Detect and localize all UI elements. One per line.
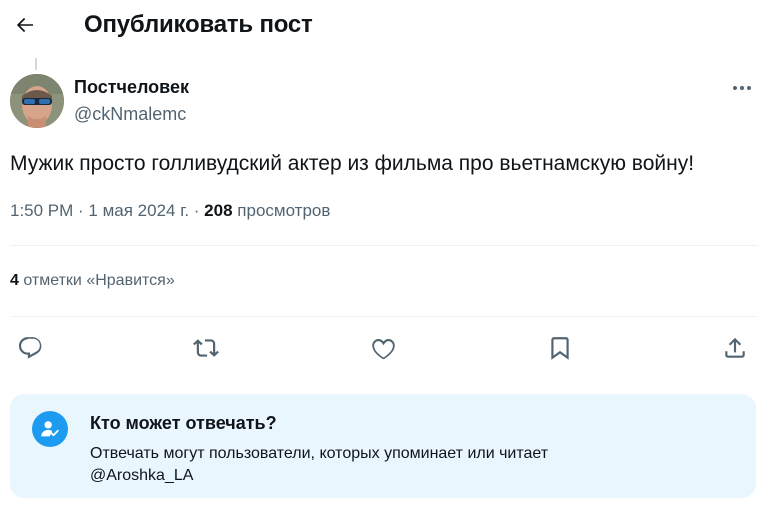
reply-restriction-icon (32, 411, 68, 447)
divider (10, 316, 758, 317)
reply-button[interactable] (15, 333, 45, 363)
share-button[interactable] (720, 333, 750, 363)
share-icon (725, 337, 745, 358)
reply-restriction-description: Отвечать могут пользователи, которых упо… (90, 443, 730, 487)
post-detail-page: Опубликовать пост Постчеловек @ckNmalemc… (0, 0, 778, 518)
avatar[interactable] (10, 74, 64, 128)
more-horizontal-icon (733, 86, 751, 90)
thread-line (35, 58, 37, 70)
post-meta: 1:50 PM · 1 мая 2024 г. · 208 просмотров (10, 201, 330, 221)
avatar-photo (10, 74, 64, 128)
like-button[interactable] (368, 333, 398, 363)
page-title: Опубликовать пост (84, 11, 313, 38)
author-handle[interactable]: @ckNmalemc (74, 104, 186, 125)
views-count: 208 (204, 201, 233, 220)
arrow-left-icon (16, 17, 33, 33)
bookmark-icon (551, 337, 569, 360)
user-check-icon (41, 421, 59, 437)
bookmark-button[interactable] (545, 333, 575, 363)
author-name[interactable]: Постчеловек (74, 77, 189, 98)
reply-restriction-title: Кто может отвечать? (90, 413, 277, 433)
likes-summary[interactable]: 4 отметки «Нравится» (10, 272, 175, 290)
views-label: просмотров (237, 201, 331, 220)
reply-restriction-box[interactable]: Кто может отвечать? Отвечать могут польз… (10, 394, 756, 498)
back-button[interactable] (10, 8, 40, 42)
likes-count: 4 (10, 272, 19, 289)
post-time[interactable]: 1:50 PM (10, 201, 73, 220)
reply-restriction-text: Отвечать могут пользователи, которых упо… (90, 445, 549, 462)
post-text: Мужик просто голливудский актер из фильм… (10, 152, 695, 175)
meta-separator: · (189, 201, 205, 220)
repost-icon (193, 339, 219, 357)
heart-icon (371, 338, 395, 359)
post-date[interactable]: 1 мая 2024 г. (88, 201, 189, 220)
comment-icon (18, 337, 42, 359)
header: Опубликовать пост (0, 0, 778, 52)
likes-label: отметки «Нравится» (23, 272, 175, 289)
mentioned-user-link[interactable]: @Aroshka_LA (90, 467, 193, 484)
meta-separator: · (73, 201, 89, 220)
repost-button[interactable] (191, 333, 221, 363)
divider (10, 245, 758, 246)
more-button[interactable] (730, 78, 754, 98)
